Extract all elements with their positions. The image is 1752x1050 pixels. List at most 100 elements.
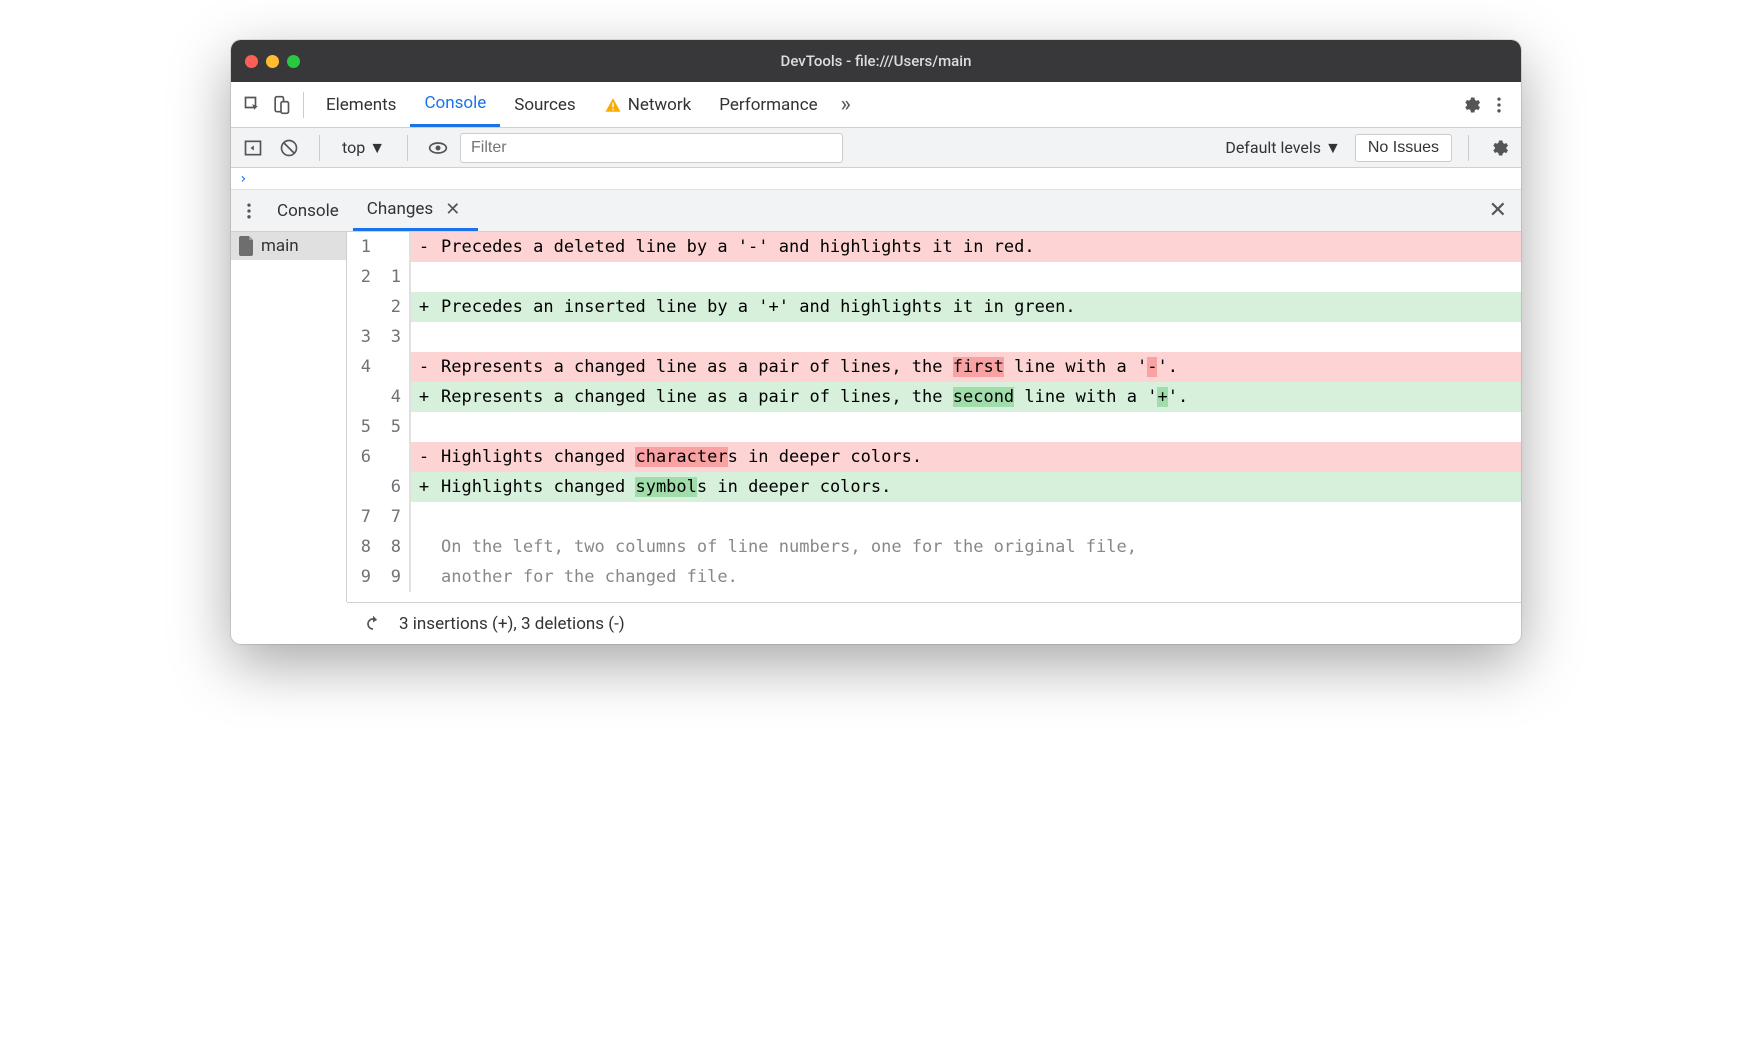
log-levels-selector[interactable]: Default levels ▼: [1219, 138, 1347, 158]
line-number-old: 1: [347, 232, 377, 262]
filter-input[interactable]: [460, 133, 843, 163]
file-item[interactable]: main: [231, 232, 346, 260]
diff-marker: -: [411, 232, 437, 262]
line-number-old: 6: [347, 442, 377, 472]
settings-gear-icon[interactable]: [1457, 91, 1485, 119]
diff-line: 21: [347, 262, 1521, 292]
tab-performance[interactable]: Performance: [705, 82, 831, 127]
close-drawer-icon[interactable]: ✕: [1479, 198, 1517, 223]
console-settings-gear-icon[interactable]: [1485, 134, 1513, 162]
line-number-new: 2: [377, 292, 407, 322]
diff-line: 4+Represents a changed line as a pair of…: [347, 382, 1521, 412]
issues-button[interactable]: No Issues: [1355, 134, 1452, 162]
diff-marker: +: [411, 292, 437, 322]
tab-label: Console: [424, 93, 486, 113]
line-number-new: 7: [377, 502, 407, 532]
line-number-old: [347, 472, 377, 502]
main-toolbar: Elements Console Sources Network Perform…: [231, 82, 1521, 128]
diff-content: [437, 412, 1521, 442]
diff-line: 2+Precedes an inserted line by a '+' and…: [347, 292, 1521, 322]
diff-line: 88 On the left, two columns of line numbe…: [347, 532, 1521, 562]
diff-content: Precedes a deleted line by a '-' and hig…: [437, 232, 1521, 262]
diff-line: 77: [347, 502, 1521, 532]
tab-sources[interactable]: Sources: [500, 82, 589, 127]
diff-marker: [411, 532, 437, 562]
levels-label: Default levels: [1225, 138, 1321, 157]
line-number-new: 1: [377, 262, 407, 292]
warning-icon: [604, 96, 622, 114]
device-toolbar-icon[interactable]: [267, 91, 295, 119]
titlebar: DevTools - file:///Users/main: [231, 40, 1521, 82]
clear-console-icon[interactable]: [275, 134, 303, 162]
diff-marker: +: [411, 472, 437, 502]
drawer-tab-console[interactable]: Console: [263, 190, 353, 231]
diff-marker: [411, 262, 437, 292]
drawer-tab-label: Console: [277, 201, 339, 221]
line-number-old: 3: [347, 322, 377, 352]
diff-content: Precedes an inserted line by a '+' and h…: [437, 292, 1521, 322]
line-number-new: 8: [377, 532, 407, 562]
chevron-down-icon: ▼: [1325, 138, 1341, 158]
diff-content: Highlights changed characters in deeper …: [437, 442, 1521, 472]
diff-marker: [411, 412, 437, 442]
console-prompt[interactable]: ›: [231, 168, 1521, 190]
drawer-kebab-menu-icon[interactable]: [235, 197, 263, 225]
zoom-window-button[interactable]: [287, 55, 300, 68]
devtools-window: DevTools - file:///Users/main Elements C…: [231, 40, 1521, 644]
context-selector[interactable]: top ▼: [336, 134, 391, 162]
file-name: main: [261, 236, 299, 256]
diff-content: Highlights changed symbols in deeper col…: [437, 472, 1521, 502]
diff-line: 55: [347, 412, 1521, 442]
tab-elements[interactable]: Elements: [312, 82, 410, 127]
separator: [319, 135, 320, 161]
diff-line: 6-Highlights changed characters in deepe…: [347, 442, 1521, 472]
more-tabs-icon[interactable]: »: [832, 91, 860, 119]
line-number-new: 3: [377, 322, 407, 352]
diff-content: [437, 502, 1521, 532]
diff-marker: [411, 562, 437, 592]
minimize-window-button[interactable]: [266, 55, 279, 68]
line-number-old: [347, 292, 377, 322]
changes-footer: 3 insertions (+), 3 deletions (-): [347, 602, 1521, 644]
close-tab-icon[interactable]: ✕: [441, 195, 464, 224]
diff-content: [437, 262, 1521, 292]
changes-panel: main 1-Precedes a deleted line by a '-' …: [231, 232, 1521, 602]
live-expression-icon[interactable]: [424, 134, 452, 162]
console-sidebar-toggle-icon[interactable]: [239, 134, 267, 162]
line-number-old: [347, 382, 377, 412]
tab-console[interactable]: Console: [410, 82, 500, 127]
line-number-old: 7: [347, 502, 377, 532]
drawer-tabs: Console Changes ✕ ✕: [231, 190, 1521, 232]
changes-summary: 3 insertions (+), 3 deletions (-): [399, 614, 625, 634]
line-number-new: 4: [377, 382, 407, 412]
line-number-old: 9: [347, 562, 377, 592]
line-number-old: 8: [347, 532, 377, 562]
diff-content: On the left, two columns of line numbers…: [437, 532, 1521, 562]
line-number-old: 5: [347, 412, 377, 442]
close-window-button[interactable]: [245, 55, 258, 68]
tab-network[interactable]: Network: [590, 82, 706, 127]
line-number-old: 2: [347, 262, 377, 292]
revert-icon[interactable]: [359, 610, 387, 638]
line-number-new: [377, 442, 407, 472]
diff-marker: +: [411, 382, 437, 412]
line-number-new: 6: [377, 472, 407, 502]
line-number-new: 5: [377, 412, 407, 442]
line-number-new: [377, 232, 407, 262]
kebab-menu-icon[interactable]: [1485, 91, 1513, 119]
diff-view[interactable]: 1-Precedes a deleted line by a '-' and h…: [347, 232, 1521, 602]
traffic-lights: [245, 55, 300, 68]
window-title: DevTools - file:///Users/main: [231, 52, 1521, 70]
diff-content: another for the changed file.: [437, 562, 1521, 592]
inspect-element-icon[interactable]: [239, 91, 267, 119]
chevron-down-icon: ▼: [369, 138, 385, 158]
separator: [407, 135, 408, 161]
context-label: top: [342, 138, 365, 157]
line-number-new: 9: [377, 562, 407, 592]
console-toolbar: top ▼ Default levels ▼ No Issues: [231, 128, 1521, 168]
diff-marker: [411, 322, 437, 352]
drawer-tab-changes[interactable]: Changes ✕: [353, 190, 479, 231]
diff-line: 33: [347, 322, 1521, 352]
drawer-tab-label: Changes: [367, 199, 433, 219]
tab-label: Performance: [719, 95, 817, 115]
